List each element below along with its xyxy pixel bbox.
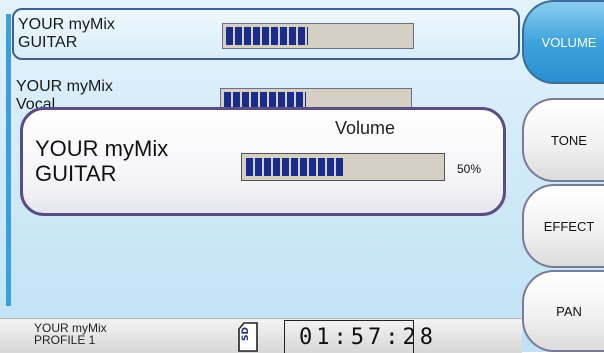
channel-name-line2: GUITAR <box>18 34 78 51</box>
channel-name-line1: YOUR myMix <box>18 16 115 33</box>
volume-popup: YOUR myMix GUITAR Volume 50% <box>20 107 506 216</box>
profile-name-line2: PROFILE 1 <box>34 333 96 347</box>
tone-button-label: TONE <box>551 132 587 148</box>
channel-row-guitar[interactable]: YOUR myMix GUITAR <box>12 8 520 60</box>
volume-button-label: VOLUME <box>541 34 597 50</box>
popup-title: Volume <box>335 118 396 138</box>
channel-name: YOUR myMix GUITAR <box>18 16 218 52</box>
mixer-screen: YOUR myMix GUITAR YOUR myMix Vocal YOUR … <box>0 0 604 353</box>
volume-percent: 50% <box>457 162 482 176</box>
sd-card-label: SD <box>241 327 251 341</box>
popup-channel-name: YOUR myMix GUITAR <box>35 136 225 186</box>
volume-slider-fill <box>246 158 343 176</box>
popup-channel-name-line2: GUITAR <box>35 161 117 186</box>
pan-button-label: PAN <box>556 303 582 319</box>
profile-name[interactable]: YOUR myMix PROFILE 1 <box>34 322 204 346</box>
effect-button-label: EFFECT <box>543 218 595 234</box>
time-display: 01:57:28 <box>284 320 433 353</box>
volume-slider[interactable] <box>241 153 445 181</box>
time-counter: 01:57:28 <box>299 325 437 350</box>
sd-card-icon: SD <box>238 322 258 352</box>
status-bar: YOUR myMix PROFILE 1 SD 01:57:28 <box>0 318 522 353</box>
channel-level-meter <box>222 23 414 49</box>
effect-button[interactable]: EFFECT <box>522 184 604 268</box>
channel-level-fill <box>226 27 308 45</box>
scroll-indicator[interactable] <box>6 14 11 306</box>
pan-button[interactable]: PAN <box>522 270 604 352</box>
volume-button[interactable]: VOLUME <box>522 0 604 84</box>
popup-channel-name-line1: YOUR myMix <box>35 136 169 161</box>
channel-name-line1: YOUR myMix <box>16 78 113 95</box>
tone-button[interactable]: TONE <box>522 98 604 182</box>
